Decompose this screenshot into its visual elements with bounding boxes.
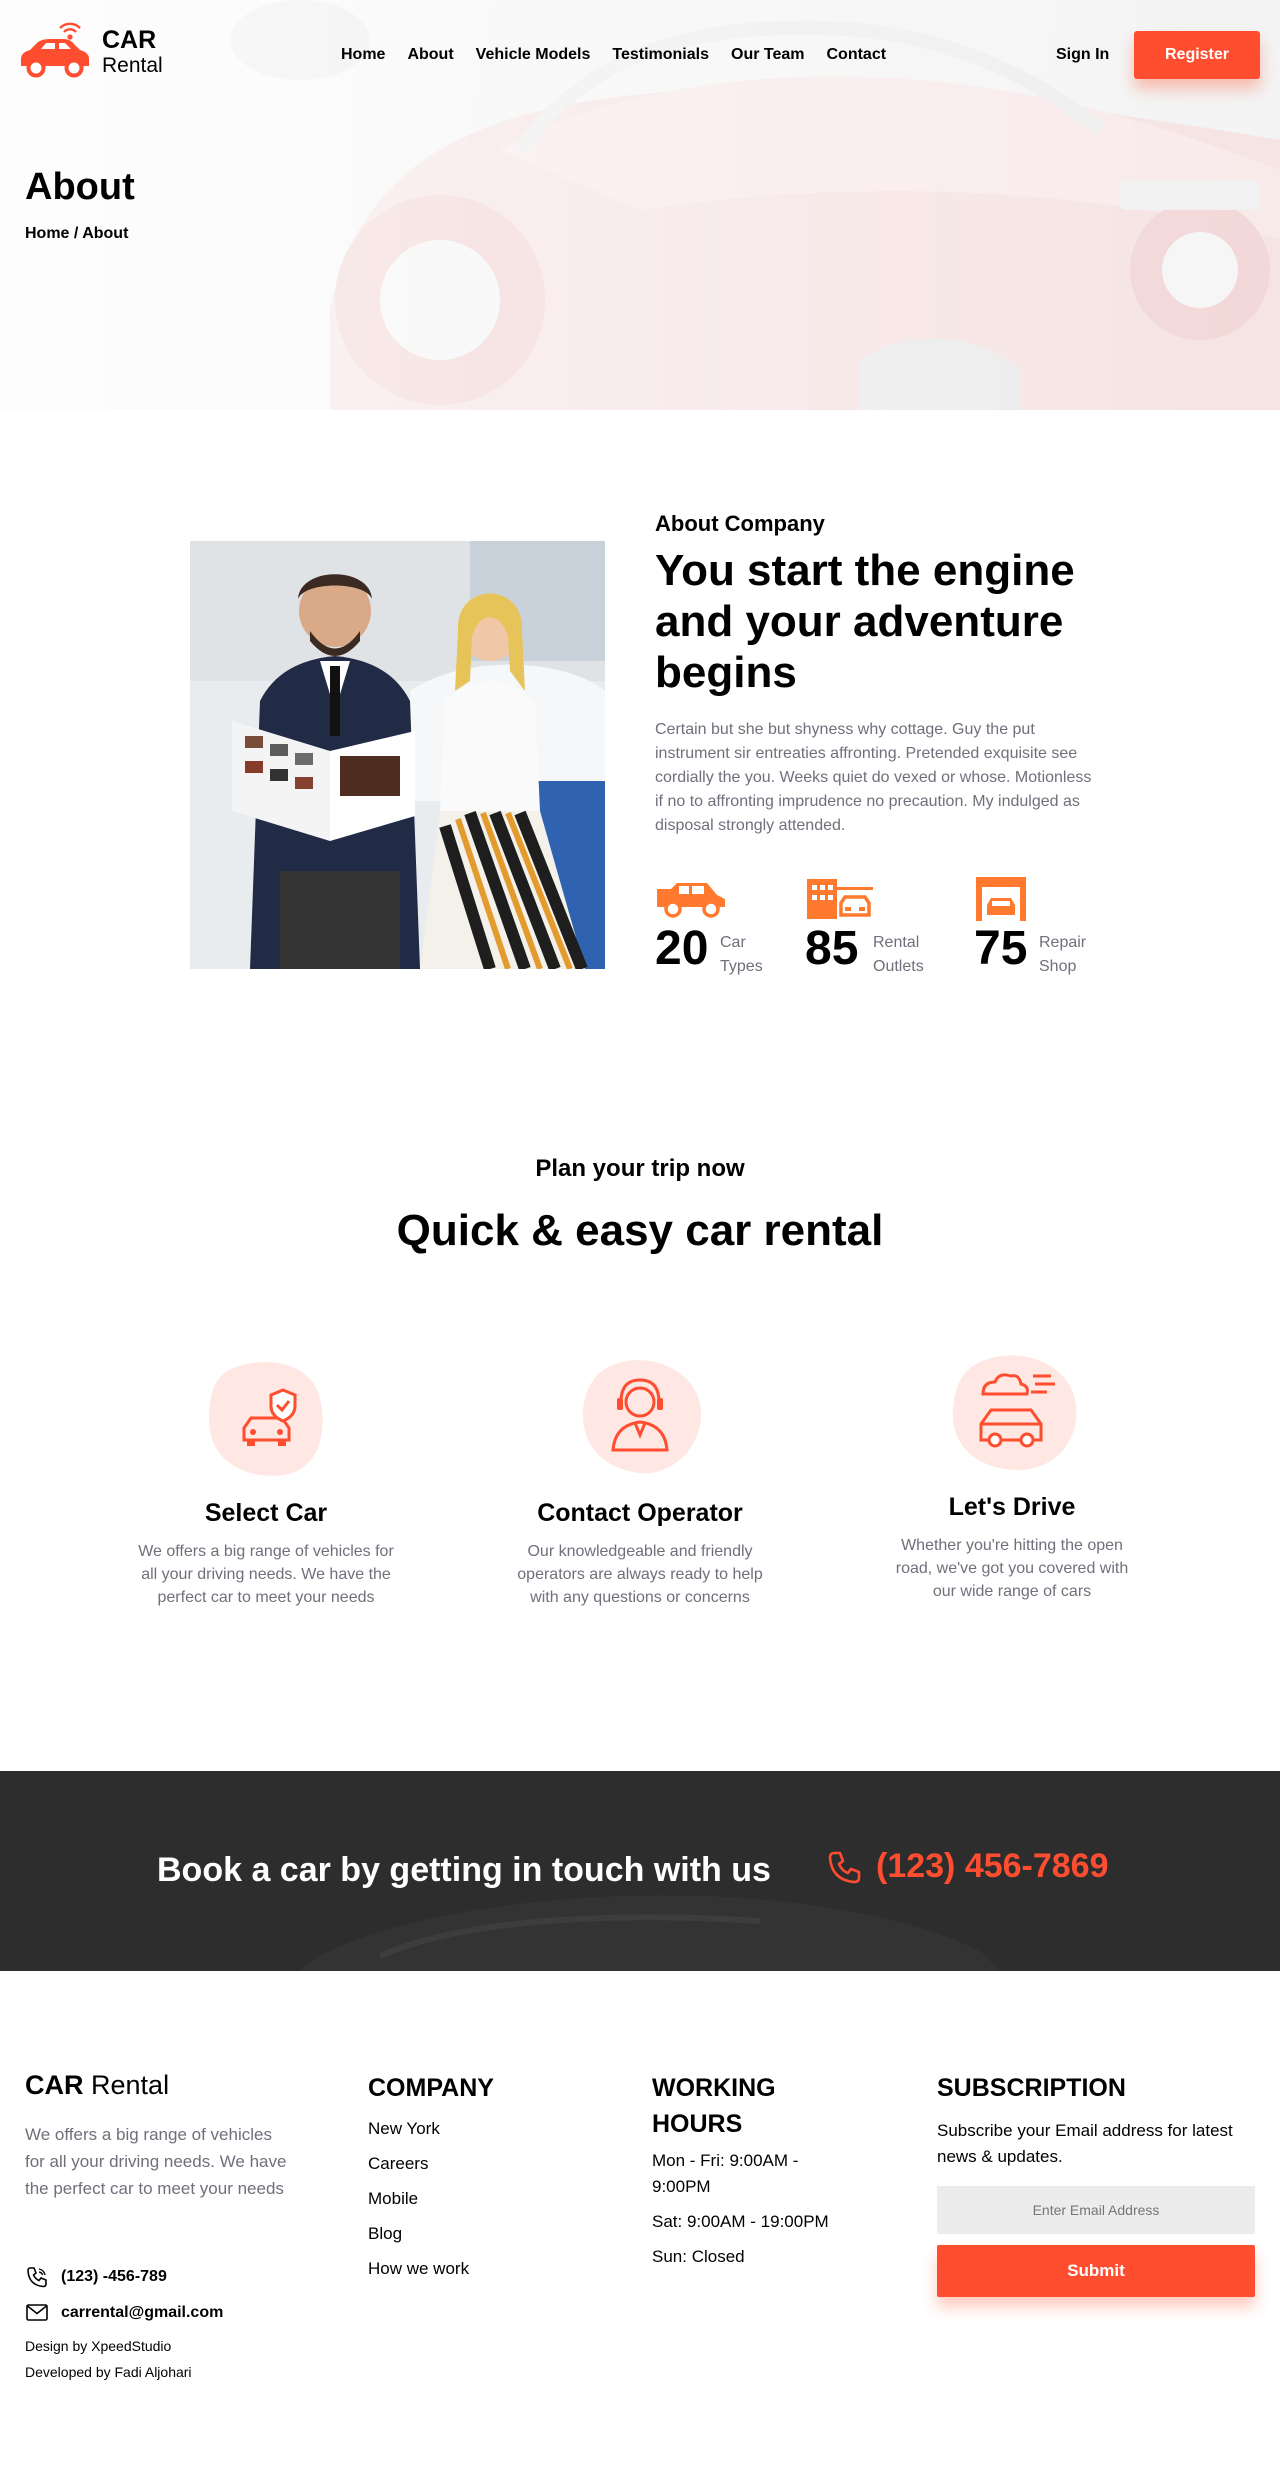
- feature-title: Let's Drive: [948, 1493, 1076, 1521]
- feature-lets-drive: Let's Drive Whether you're hitting the o…: [872, 1344, 1152, 1603]
- plan-subtitle: Plan your trip now: [535, 1155, 745, 1182]
- phone-icon: [828, 1851, 861, 1883]
- nav-link-about[interactable]: About: [407, 46, 453, 64]
- brand-name-light: Rental: [102, 54, 163, 77]
- nav-link-our-team[interactable]: Our Team: [731, 46, 805, 64]
- stat-number: 75: [974, 922, 1028, 975]
- car-logo-icon: [21, 22, 89, 78]
- business-people-image: [190, 541, 605, 969]
- stat-number: 20: [655, 922, 709, 975]
- envelope-icon: [26, 2304, 48, 2321]
- footer-phone: (123) -456-789: [61, 2268, 167, 2285]
- hours-sunday: Sun: Closed: [652, 2247, 745, 2266]
- select-car-icon: [208, 1362, 323, 1476]
- feature-text: Our knowledgeable and friendly operators…: [517, 1543, 763, 1606]
- sign-in-link[interactable]: Sign In: [1056, 46, 1109, 64]
- footer-link-mobile[interactable]: Mobile: [368, 2181, 469, 2216]
- breadcrumb[interactable]: Home / About: [25, 225, 128, 243]
- nav-link-vehicle-models[interactable]: Vehicle Models: [476, 46, 591, 64]
- nav-link-testimonials[interactable]: Testimonials: [612, 46, 709, 64]
- stat-label: Rental Outlets: [873, 934, 924, 975]
- footer-link-new-york[interactable]: New York: [368, 2111, 469, 2146]
- footer-link-how-we-work[interactable]: How we work: [368, 2251, 469, 2286]
- feature-icon-blob: [945, 1344, 1080, 1479]
- stat-car-types: 20 Car Types: [655, 877, 763, 975]
- footer-link-careers[interactable]: Careers: [368, 2146, 469, 2181]
- main-menu: Home About Vehicle Models Testimonials O…: [341, 46, 886, 64]
- footer-brand-light: Rental: [91, 2070, 170, 2100]
- plan-title: Quick & easy car rental: [396, 1206, 884, 1255]
- footer-phone-link[interactable]: (123) -456-789: [25, 2266, 167, 2288]
- nav-link-home[interactable]: Home: [341, 46, 385, 64]
- phone-icon: [27, 2267, 47, 2288]
- feature-text: We offers a big range of vehicles for al…: [138, 1543, 394, 1606]
- booking-banner: Book a car by getting in touch with us (…: [0, 1771, 1280, 1971]
- stat-number: 85: [805, 922, 859, 975]
- drive-icon: [952, 1355, 1076, 1471]
- banner-phone-link[interactable]: (123) 456-7869: [826, 1847, 1109, 1886]
- footer-subscription-heading: SUBSCRIPTION: [937, 2074, 1126, 2102]
- page-title: About: [25, 166, 135, 208]
- car-types-icon: [657, 883, 725, 918]
- brand-name-bold: CAR: [102, 26, 157, 54]
- top-navbar: CAR Rental Home About Vehicle Models Tes…: [0, 0, 1280, 110]
- footer-brand: CAR Rental: [25, 2070, 169, 2101]
- feature-icon-blob: [573, 1350, 708, 1485]
- footer-company-heading: COMPANY: [368, 2074, 494, 2102]
- feature-contact-operator: Contact Operator Our knowledgeable and f…: [500, 1350, 780, 1609]
- stat-repair-shop: 75 Repair Shop: [974, 877, 1086, 975]
- stat-rental-outlets: 85 Rental Outlets: [805, 877, 924, 975]
- about-title: You start the engine and your adventure …: [655, 546, 1075, 697]
- about-subtitle: About Company: [655, 511, 825, 536]
- feature-select-car: Select Car We offers a big range of vehi…: [126, 1350, 406, 1609]
- rental-outlets-icon: [807, 879, 873, 919]
- register-button[interactable]: Register: [1134, 31, 1260, 79]
- feature-icon-blob: [199, 1350, 334, 1485]
- about-description: Certain but she but shyness why cottage.…: [655, 721, 1092, 834]
- about-photo: [190, 541, 605, 969]
- banner-text: Book a car by getting in touch with us: [157, 1851, 771, 1889]
- footer-email: carrental@gmail.com: [61, 2304, 224, 2321]
- operator-icon: [582, 1360, 701, 1474]
- design-credit: Design by XpeedStudio: [25, 2338, 172, 2354]
- footer-email-link[interactable]: carrental@gmail.com: [25, 2302, 223, 2324]
- subscription-text: Subscribe your Email address for latest …: [937, 2121, 1233, 2166]
- footer-link-blog[interactable]: Blog: [368, 2216, 469, 2251]
- nav-link-contact[interactable]: Contact: [827, 46, 887, 64]
- subscription-email-input[interactable]: [937, 2186, 1255, 2234]
- hours-weekdays: Mon - Fri: 9:00AM - 9:00PM: [652, 2151, 799, 2196]
- footer-hours-list: Mon - Fri: 9:00AM - 9:00PM Sat: 9:00AM -…: [652, 2148, 832, 2279]
- footer-brand-bold: CAR: [25, 2070, 84, 2100]
- feature-title: Select Car: [204, 1499, 328, 1527]
- feature-title: Contact Operator: [537, 1499, 743, 1527]
- banner-phone-number: (123) 456-7869: [876, 1847, 1109, 1885]
- footer-description: We offers a big range of vehicles for al…: [25, 2125, 287, 2198]
- stat-label: Repair Shop: [1039, 934, 1087, 975]
- stat-label: Car Types: [720, 934, 763, 975]
- feature-text: Whether you're hitting the open road, we…: [895, 1537, 1129, 1600]
- brand-logo[interactable]: CAR Rental: [18, 22, 163, 82]
- subscription-submit-button[interactable]: Submit: [937, 2245, 1255, 2297]
- footer-hours-heading: WORKING HOURS: [652, 2074, 776, 2138]
- footer-company-links: New York Careers Mobile Blog How we work: [368, 2111, 469, 2286]
- developer-credit: Developed by Fadi Aljohari: [25, 2364, 192, 2380]
- hours-saturday: Sat: 9:00AM - 19:00PM: [652, 2212, 829, 2231]
- hero-section: CAR Rental Home About Vehicle Models Tes…: [0, 0, 1280, 410]
- repair-shop-icon: [976, 877, 1026, 921]
